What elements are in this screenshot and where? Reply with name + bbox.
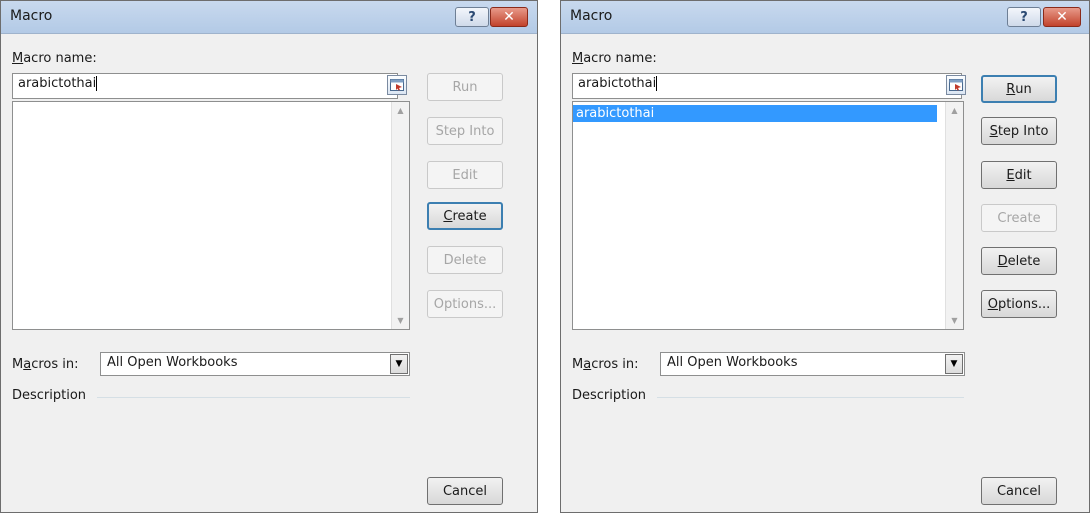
macro-list[interactable]: arabictothai ▲ ▼ [572,101,964,330]
macro-name-input[interactable]: arabictothai [12,73,398,99]
macro-dialog-2: Macro ? ✕ Macro name: arabictothai arabi… [560,0,1090,513]
macros-in-label: Macros in: [12,357,79,372]
macro-list[interactable]: ▲ ▼ [12,101,410,330]
title-bar: Macro ? ✕ [1,1,537,34]
scroll-down-icon[interactable]: ▼ [946,316,963,325]
step-into-button[interactable]: Step Into [981,117,1057,145]
macro-name-input[interactable]: arabictothai [572,73,962,99]
macros-in-value: All Open Workbooks [107,355,238,370]
create-button[interactable]: Create [427,202,503,230]
list-scrollbar[interactable]: ▲ ▼ [391,102,409,329]
dialog-title: Macro [10,8,53,24]
options-button[interactable]: Options... [427,290,503,318]
macros-in-value: All Open Workbooks [667,355,798,370]
macros-in-label: Macros in: [572,357,639,372]
list-scrollbar[interactable]: ▲ ▼ [945,102,963,329]
description-divider [97,397,410,398]
delete-button[interactable]: Delete [427,246,503,274]
help-button[interactable]: ? [1007,7,1041,27]
scroll-down-icon[interactable]: ▼ [392,316,409,325]
collapse-dialog-icon[interactable] [946,75,966,95]
close-icon: ✕ [1056,9,1068,25]
options-button[interactable]: Options... [981,290,1057,318]
run-button[interactable]: Run [427,73,503,101]
collapse-dialog-icon[interactable] [387,75,407,95]
create-button[interactable]: Create [981,204,1057,232]
close-button[interactable]: ✕ [1043,7,1081,27]
macro-name-label: Macro name: [572,51,657,66]
cancel-button[interactable]: Cancel [427,477,503,505]
help-icon: ? [468,9,476,25]
help-button[interactable]: ? [455,7,489,27]
close-icon: ✕ [503,9,515,25]
text-cursor [656,76,658,91]
description-label: Description [572,388,647,403]
delete-button[interactable]: Delete [981,247,1057,275]
title-bar: Macro ? ✕ [561,1,1089,34]
macro-name-value: arabictothai [18,76,97,91]
dialog-title: Macro [570,8,613,24]
chevron-down-icon[interactable]: ▼ [390,354,408,374]
description-label: Description [12,388,87,403]
list-item[interactable]: arabictothai [573,105,937,122]
close-button[interactable]: ✕ [490,7,528,27]
chevron-down-icon[interactable]: ▼ [945,354,963,374]
text-cursor [96,76,98,91]
macro-name-value: arabictothai [578,76,657,91]
run-button[interactable]: Run [981,75,1057,103]
macro-name-label: Macro name: [12,51,97,66]
macro-dialog-1: Macro ? ✕ Macro name: arabictothai ▲ ▼ R… [0,0,538,513]
step-into-button[interactable]: Step Into [427,117,503,145]
help-icon: ? [1020,9,1028,25]
macros-in-select[interactable]: All Open Workbooks ▼ [660,352,965,376]
scroll-up-icon[interactable]: ▲ [946,106,963,115]
cancel-button[interactable]: Cancel [981,477,1057,505]
edit-button[interactable]: Edit [427,161,503,189]
edit-button[interactable]: Edit [981,161,1057,189]
scroll-up-icon[interactable]: ▲ [392,106,409,115]
macros-in-select[interactable]: All Open Workbooks ▼ [100,352,410,376]
description-divider [657,397,964,398]
